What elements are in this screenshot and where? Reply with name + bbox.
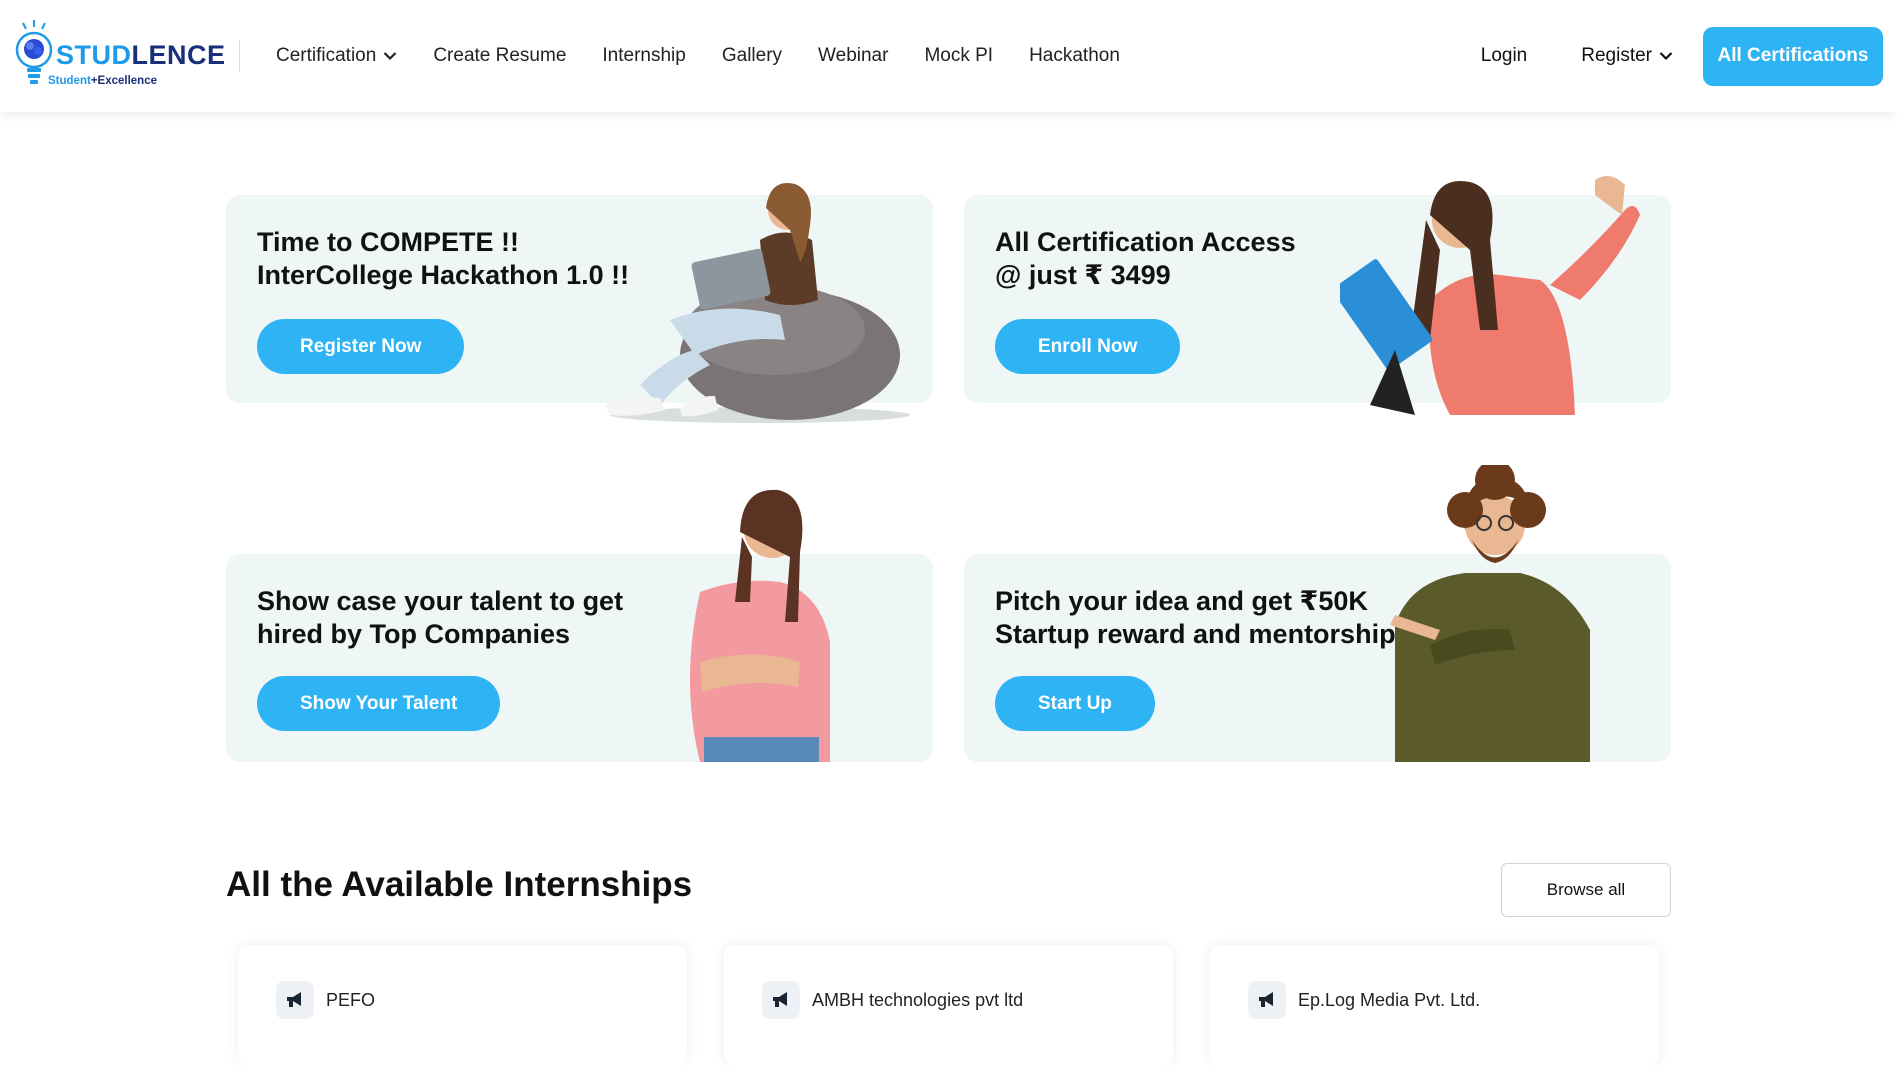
internship-card[interactable]: PEFO	[238, 945, 687, 1065]
nav-item-hackathon[interactable]: Hackathon	[1029, 45, 1120, 67]
nav-item-label: Hackathon	[1029, 45, 1120, 66]
brand-tagline: Student+Excellence	[48, 75, 157, 87]
promo-title: Show case your talent to get hired by To…	[257, 586, 624, 649]
brand-tagline-part1: Student	[48, 75, 91, 87]
nav-item-label: Certification	[276, 45, 377, 66]
register-now-button[interactable]: Register Now	[257, 319, 465, 374]
register-label: Register	[1581, 45, 1652, 66]
brand-name-part1: STUD	[56, 40, 132, 70]
nav-divider	[239, 40, 240, 72]
nav-item-label: Create Resume	[433, 45, 567, 66]
chevron-down-icon	[1659, 52, 1673, 61]
brand-name-part2: LENCE	[131, 40, 226, 70]
enroll-now-button[interactable]: Enroll Now	[995, 319, 1181, 374]
nav-item-label: Gallery	[721, 45, 783, 66]
nav-item-internship[interactable]: Internship	[602, 45, 685, 67]
internships-section-title: All the Available Internships	[226, 865, 693, 904]
pointing-man-illustration	[1390, 465, 1590, 762]
promo-title: Time to COMPETE !! InterCollege Hackatho…	[257, 227, 630, 290]
top-navbar: STUDLENCE Student+Excellence Certificati…	[0, 0, 1897, 112]
student-laptop-illustration	[605, 183, 910, 423]
megaphone-icon	[276, 981, 314, 1019]
main-nav: Certification Create Resume Internship G…	[276, 0, 1156, 112]
brand-tagline-part2: +Excellence	[90, 75, 157, 87]
nav-item-certification[interactable]: Certification	[276, 45, 397, 67]
nav-item-webinar[interactable]: Webinar	[818, 45, 888, 67]
chevron-down-icon	[384, 52, 397, 61]
promo-title: Pitch your idea and get ₹50K Startup rew…	[995, 586, 1404, 649]
show-your-talent-button[interactable]: Show Your Talent	[257, 676, 501, 731]
promo-title: All Certification Access @ just ₹ 3499	[995, 227, 1296, 290]
brand-wordmark: STUDLENCE	[56, 42, 226, 69]
nav-item-mock-pi[interactable]: Mock PI	[924, 45, 993, 67]
all-certifications-button[interactable]: All Certifications	[1703, 26, 1883, 86]
nav-item-label: Mock PI	[924, 45, 994, 66]
internship-company-name: AMBH technologies pvt ltd	[812, 990, 1024, 1010]
smiling-woman-illustration	[690, 489, 830, 762]
login-link[interactable]: Login	[1481, 45, 1528, 67]
internship-company-name: PEFO	[326, 990, 376, 1010]
browse-all-button[interactable]: Browse all	[1501, 863, 1671, 917]
register-dropdown[interactable]: Register	[1581, 45, 1673, 67]
megaphone-icon	[1248, 981, 1286, 1019]
start-up-button[interactable]: Start Up	[995, 676, 1155, 731]
megaphone-icon	[762, 981, 800, 1019]
internship-card[interactable]: AMBH technologies pvt ltd	[724, 945, 1173, 1065]
nav-item-label: Webinar	[818, 45, 889, 66]
nav-item-create-resume[interactable]: Create Resume	[433, 45, 566, 67]
studlence-logo[interactable]: STUDLENCE Student+Excellence	[14, 18, 225, 98]
excited-student-illustration	[1340, 176, 1640, 415]
nav-item-gallery[interactable]: Gallery	[722, 45, 782, 67]
internship-card[interactable]: Ep.Log Media Pvt. Ltd.	[1210, 945, 1659, 1065]
nav-account-area: Login Register All Certifications	[1481, 0, 1883, 112]
internship-company-name: Ep.Log Media Pvt. Ltd.	[1298, 990, 1481, 1010]
nav-item-label: Internship	[602, 45, 686, 66]
